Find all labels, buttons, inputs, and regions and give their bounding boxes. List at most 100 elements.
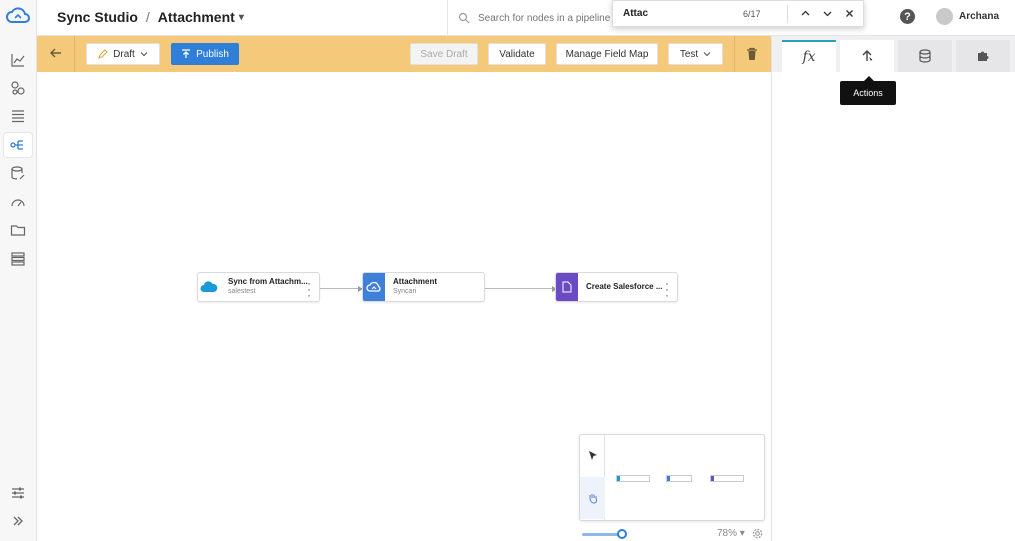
- salesforce-cloud-icon: [198, 273, 220, 301]
- hand-icon: [589, 494, 597, 504]
- cursor-arrow-icon: [588, 451, 597, 460]
- sidebar-expand-button[interactable]: [4, 509, 32, 533]
- panel-tabs: fx: [772, 36, 1015, 72]
- kebab-menu-icon[interactable]: · · ·: [307, 277, 311, 301]
- toolbar-divider: [74, 36, 75, 72]
- sidebar-item-schema[interactable]: [4, 104, 32, 128]
- pipeline-canvas[interactable]: Sync from Attachm... salestest · · · Attac…: [37, 72, 771, 541]
- user-menu[interactable]: Archana: [936, 8, 999, 25]
- database-icon: [919, 49, 931, 63]
- zoom-slider-track[interactable]: [582, 533, 622, 536]
- chevron-down-icon[interactable]: ▾: [239, 12, 244, 23]
- avatar: [936, 8, 953, 25]
- function-icon: fx: [802, 49, 816, 65]
- node-title: Sync from Attachm...: [228, 277, 308, 286]
- pipeline-edge: [485, 288, 557, 289]
- toolbar-divider: [734, 36, 735, 72]
- breadcrumb-separator: /: [145, 9, 150, 25]
- draft-label: Draft: [113, 48, 135, 60]
- page-title[interactable]: Attachment: [158, 9, 235, 25]
- node-title: Attachment: [393, 277, 438, 286]
- close-icon: [845, 10, 853, 17]
- test-label: Test: [679, 48, 699, 60]
- back-arrow-icon[interactable]: [49, 46, 63, 60]
- find-next-button[interactable]: [816, 4, 838, 24]
- find-bar: Attac 6/17: [612, 0, 864, 27]
- pipeline-node-source[interactable]: Sync from Attachm... salestest · · ·: [197, 272, 320, 302]
- find-input[interactable]: Attac: [623, 8, 743, 19]
- chart-icon: [11, 54, 25, 67]
- tab-functions[interactable]: fx: [782, 40, 836, 72]
- draft-dropdown[interactable]: Draft: [86, 43, 160, 65]
- right-panel: fx Actions: [771, 36, 1015, 541]
- zoom-controls: 78% ▾: [582, 528, 767, 540]
- tab-extensions[interactable]: [956, 40, 1010, 72]
- publish-button[interactable]: Publish: [171, 43, 239, 65]
- find-close-button[interactable]: [838, 4, 860, 24]
- sidebar-item-settings[interactable]: [4, 481, 32, 505]
- minimap[interactable]: [579, 434, 765, 521]
- pipeline-node-entity[interactable]: Attachment Syncari: [362, 272, 485, 302]
- node-subtitle: salestest: [228, 288, 256, 295]
- node-title: Create Salesforce ...: [586, 282, 663, 291]
- search-icon: [458, 12, 470, 24]
- tab-actions[interactable]: [840, 40, 894, 72]
- minimap-node: [616, 475, 650, 482]
- double-chevron-right-icon: [13, 516, 23, 526]
- syncari-logo-icon[interactable]: [6, 7, 30, 25]
- sidebar-item-analytics[interactable]: [4, 48, 32, 72]
- zoom-level[interactable]: 78% ▾: [717, 528, 745, 539]
- sidebar-item-dashboard[interactable]: [4, 190, 32, 214]
- nodes-icon: [11, 81, 25, 95]
- test-dropdown[interactable]: Test: [668, 43, 723, 65]
- tab-data[interactable]: [898, 40, 952, 72]
- pipeline-edge: [320, 288, 362, 289]
- chevron-down-icon: [823, 11, 831, 17]
- chevron-down-icon: [140, 52, 148, 57]
- gear-icon[interactable]: [752, 528, 763, 539]
- sliders-icon: [12, 487, 24, 499]
- stack-icon: [11, 252, 25, 266]
- help-icon[interactable]: ?: [900, 9, 915, 24]
- chevron-down-icon: [703, 52, 711, 57]
- pipeline-node-destination[interactable]: Create Salesforce ... · · ·: [555, 272, 678, 302]
- validate-button[interactable]: Validate: [488, 43, 546, 65]
- node-subtitle: Syncari: [393, 288, 417, 295]
- sidebar-item-files[interactable]: [4, 218, 32, 242]
- sidebar-item-storage[interactable]: [4, 247, 32, 271]
- trash-icon[interactable]: [746, 47, 758, 61]
- pencil-icon: [98, 49, 108, 59]
- minimap-tools: [580, 435, 605, 520]
- manage-field-map-button[interactable]: Manage Field Map: [556, 43, 658, 65]
- sidebar-item-sync-studio[interactable]: [4, 133, 32, 157]
- chevron-up-icon: [801, 10, 809, 16]
- find-previous-button[interactable]: [794, 4, 816, 24]
- document-icon: [556, 273, 578, 301]
- select-tool[interactable]: [580, 435, 605, 477]
- gauge-icon: [11, 199, 25, 207]
- breadcrumb: Sync Studio / Attachment ▾: [57, 9, 244, 25]
- pipeline-icon: [10, 140, 23, 150]
- zoom-value: 78%: [717, 528, 738, 539]
- breadcrumb-section[interactable]: Sync Studio: [57, 9, 138, 25]
- minimap-node: [666, 475, 692, 482]
- sidebar-item-data[interactable]: [4, 161, 32, 185]
- app-root: Sync Studio / Attachment ▾ ? Archana Att…: [0, 0, 1015, 541]
- sidebar-item-connections[interactable]: [4, 76, 32, 100]
- top-header: Sync Studio / Attachment ▾ ? Archana: [37, 0, 1015, 36]
- minimap-node: [710, 475, 744, 482]
- puzzle-icon: [978, 51, 989, 61]
- save-draft-button[interactable]: Save Draft: [410, 43, 478, 65]
- kebab-menu-icon[interactable]: · · ·: [665, 277, 669, 301]
- find-divider: [787, 4, 788, 23]
- list-icon: [12, 110, 24, 123]
- left-sidebar: [0, 0, 37, 541]
- find-match-count: 6/17: [743, 8, 761, 19]
- syncari-cloud-icon: [363, 273, 385, 301]
- upload-icon: [182, 49, 191, 58]
- pan-tool[interactable]: [580, 477, 605, 519]
- zoom-slider-handle[interactable]: [617, 529, 627, 539]
- publish-label: Publish: [196, 48, 229, 60]
- actions-tooltip: Actions: [840, 76, 896, 105]
- folder-icon: [10, 225, 26, 236]
